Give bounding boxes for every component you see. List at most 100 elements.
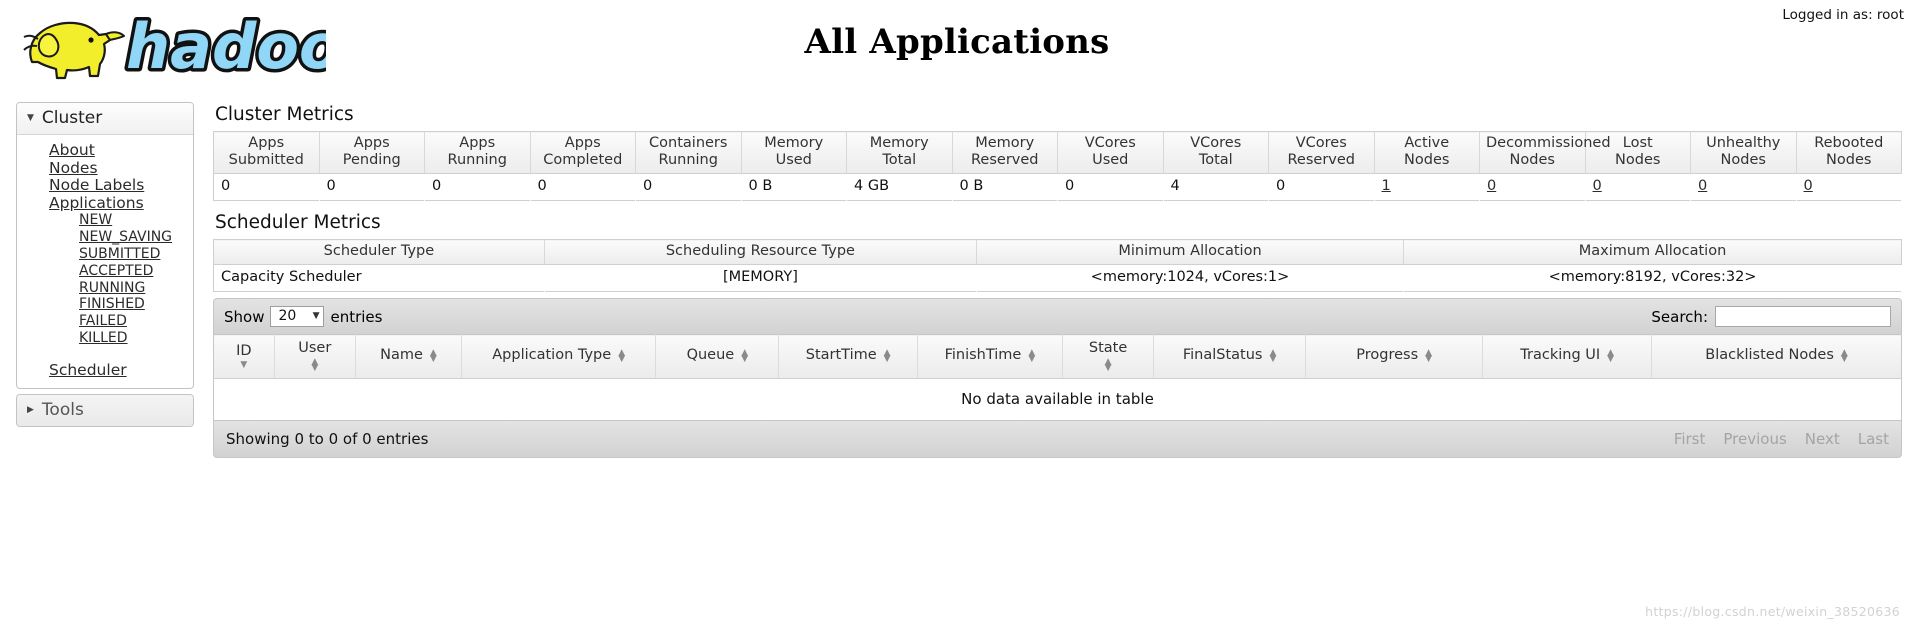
col-line1: Apps (248, 135, 285, 151)
col-line2: Total (1198, 152, 1233, 168)
sort-icon: ▲ ▼ (311, 357, 319, 373)
val-unhealthy-nodes: 0 (1691, 174, 1797, 201)
unhealthy-nodes-link[interactable]: 0 (1698, 178, 1707, 194)
col-application-type[interactable]: Application Type ▲ ▼ (461, 334, 657, 379)
applications-table: ID ▼ User ▲ ▼ Name ▲ ▼ Application Type … (213, 334, 1902, 421)
col-rebooted-nodes: Rebooted Nodes (1796, 131, 1902, 174)
col-finishtime-label: FinishTime (944, 347, 1022, 363)
col-line1: Apps (564, 135, 601, 151)
col-tracking-ui-label: Tracking UI (1520, 347, 1601, 363)
pagination-last[interactable]: Last (1858, 430, 1889, 448)
col-line2: Used (775, 152, 812, 168)
col-name[interactable]: Name ▲ ▼ (355, 334, 463, 379)
datatable-info: Showing 0 to 0 of 0 entries (226, 430, 429, 448)
val-decommissioned-nodes: 0 (1480, 174, 1586, 201)
col-line1: Rebooted (1814, 135, 1884, 151)
datatable-length-control: Show 20 ▼ entries (224, 306, 382, 327)
sidebar-item-state-killed[interactable]: KILLED (17, 330, 193, 347)
sidebar-cluster-header[interactable]: ▼ Cluster (17, 103, 193, 135)
col-tracking-ui[interactable]: Tracking UI ▲ ▼ (1482, 334, 1653, 379)
search-label: Search: (1651, 307, 1708, 326)
val-memory-reserved: 0 B (959, 178, 984, 194)
val-scheduler-type: Capacity Scheduler (221, 269, 362, 285)
scheduler-metrics-header-row: Scheduler Type Scheduling Resource Type … (213, 239, 1902, 265)
pagination-previous[interactable]: Previous (1723, 430, 1786, 448)
page-title: All Applications (804, 22, 1110, 62)
col-line2: Reserved (971, 152, 1039, 168)
watermark: https://blog.csdn.net/weixin_38520636 (1645, 604, 1900, 619)
col-blacklisted-nodes[interactable]: Blacklisted Nodes ▲ ▼ (1651, 334, 1902, 379)
col-starttime[interactable]: StartTime ▲ ▼ (778, 334, 918, 379)
col-line1: Containers (649, 135, 728, 151)
col-minimum-allocation: Minimum Allocation (976, 239, 1405, 265)
cluster-metrics-table: Apps Submitted Apps Pending Apps Running (213, 131, 1902, 201)
col-id[interactable]: ID ▼ (213, 334, 275, 379)
col-user[interactable]: User ▲ ▼ (274, 334, 356, 379)
sidebar-item-state-running[interactable]: RUNNING (17, 280, 193, 297)
col-user-label: User (298, 340, 332, 356)
col-starttime-label: StartTime (805, 347, 877, 363)
sort-icon: ▲ ▼ (1425, 347, 1433, 364)
scheduler-metrics-title: Scheduler Metrics (215, 212, 381, 233)
val-resource-type: [MEMORY] (722, 269, 798, 285)
col-maximum-allocation: Maximum Allocation (1403, 239, 1902, 265)
pagination-first[interactable]: First (1674, 430, 1706, 448)
main-content: Cluster Metrics Apps Submitted Apps Pend… (213, 104, 1902, 458)
col-line1: VCores (1295, 135, 1347, 151)
sidebar-tools-header[interactable]: ▶ Tools (17, 395, 193, 427)
search-input[interactable] (1715, 306, 1891, 327)
sidebar-item-scheduler[interactable]: Scheduler (17, 361, 193, 380)
sidebar-item-state-failed[interactable]: FAILED (17, 313, 193, 330)
col-finishtime[interactable]: FinishTime ▲ ▼ (917, 334, 1064, 379)
col-line2: Pending (342, 152, 401, 168)
col-memory-reserved: Memory Reserved (952, 131, 1058, 174)
val-apps-completed: 0 (537, 178, 547, 194)
lost-nodes-link[interactable]: 0 (1593, 178, 1602, 194)
val-apps-submitted: 0 (221, 178, 231, 194)
applications-datatable: Show 20 ▼ entries Search: ID ▼ User ▲ ▼ … (213, 298, 1902, 458)
col-line1: VCores (1190, 135, 1242, 151)
scheduler-metrics-table: Scheduler Type Scheduling Resource Type … (213, 239, 1902, 292)
val-vcores-reserved: 0 (1276, 178, 1286, 194)
val-apps-running: 0 (432, 178, 442, 194)
col-finalstatus[interactable]: FinalStatus ▲ ▼ (1153, 334, 1307, 379)
col-apps-running: Apps Running (424, 131, 531, 174)
sidebar-item-applications[interactable]: Applications (17, 194, 193, 213)
val-containers-running: 0 (643, 178, 653, 194)
sidebar-item-node-labels[interactable]: Node Labels (17, 177, 193, 195)
pagination-next[interactable]: Next (1805, 430, 1840, 448)
sidebar-item-state-submitted[interactable]: SUBMITTED (17, 246, 193, 263)
col-progress[interactable]: Progress ▲ ▼ (1305, 334, 1484, 379)
col-line1: Active (1404, 135, 1450, 151)
sidebar-item-state-finished[interactable]: FINISHED (17, 296, 193, 313)
col-state[interactable]: State ▲ ▼ (1062, 334, 1155, 379)
sidebar-item-nodes[interactable]: Nodes (17, 159, 193, 178)
datatable-footer: Showing 0 to 0 of 0 entries First Previo… (213, 421, 1902, 458)
col-vcores-reserved: VCores Reserved (1268, 131, 1375, 174)
sidebar-item-state-new-saving[interactable]: NEW_SAVING (17, 229, 193, 246)
val-memory-used: 0 B (748, 178, 773, 194)
col-id-label: ID (236, 343, 252, 359)
col-unhealthy-nodes: Unhealthy Nodes (1690, 131, 1797, 174)
sort-icon: ▲ ▼ (1104, 357, 1112, 373)
rebooted-nodes-link[interactable]: 0 (1804, 178, 1813, 194)
val-lost-nodes: 0 (1585, 174, 1691, 201)
col-memory-used: Memory Used (741, 131, 847, 174)
page-header: hadoop hadoop All Applications Logged in… (0, 0, 1914, 96)
col-line2: Completed (543, 152, 623, 168)
col-line2: Running (658, 152, 718, 168)
decommissioned-nodes-link[interactable]: 0 (1487, 178, 1496, 194)
col-state-label: State (1088, 340, 1128, 356)
page-length-select[interactable]: 20 ▼ (270, 306, 325, 327)
show-label: Show (224, 307, 265, 326)
active-nodes-link[interactable]: 1 (1382, 178, 1391, 194)
sidebar-item-state-new[interactable]: NEW (17, 212, 193, 229)
datatable-toolbar: Show 20 ▼ entries Search: (213, 298, 1902, 334)
table-row-empty: No data available in table (213, 378, 1902, 421)
col-queue[interactable]: Queue ▲ ▼ (655, 334, 780, 379)
sidebar-item-state-accepted[interactable]: ACCEPTED (17, 263, 193, 280)
sidebar: ▼ Cluster About Nodes Node Labels Applic… (16, 102, 194, 432)
sidebar-item-about[interactable]: About (17, 141, 193, 160)
val-active-nodes: 1 (1374, 174, 1480, 201)
cluster-metrics-value-row: 0 0 0 0 0 0 B 4 GB 0 B 0 4 0 1 0 0 0 0 (214, 174, 1902, 201)
